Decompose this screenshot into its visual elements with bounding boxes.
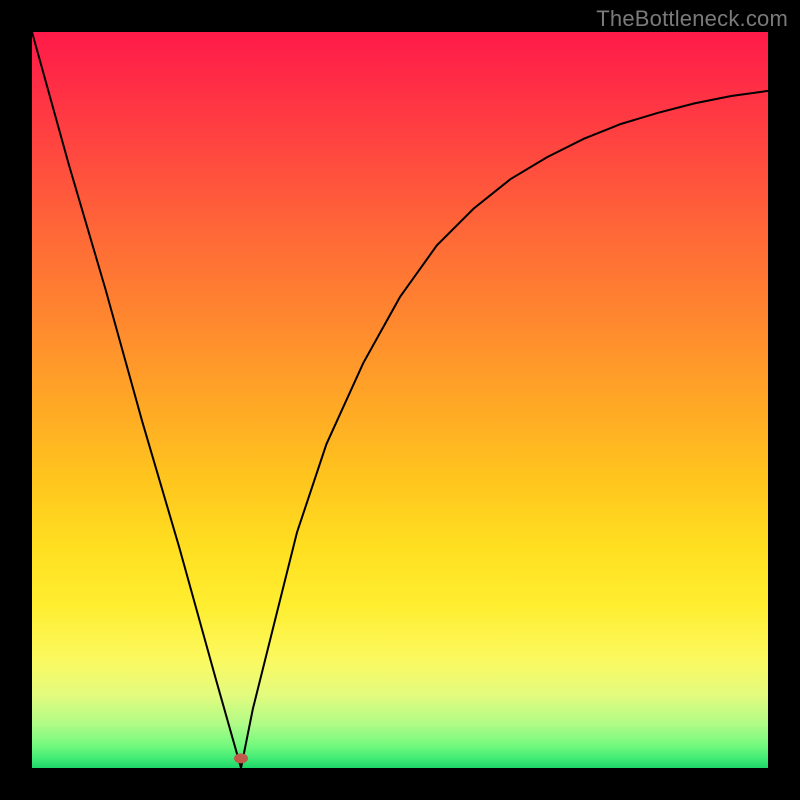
bottleneck-curve (32, 32, 768, 768)
curve-svg (32, 32, 768, 768)
plot-area (32, 32, 768, 768)
watermark-text: TheBottleneck.com (596, 6, 788, 32)
chart-frame: TheBottleneck.com (0, 0, 800, 800)
minimum-marker (234, 753, 248, 763)
